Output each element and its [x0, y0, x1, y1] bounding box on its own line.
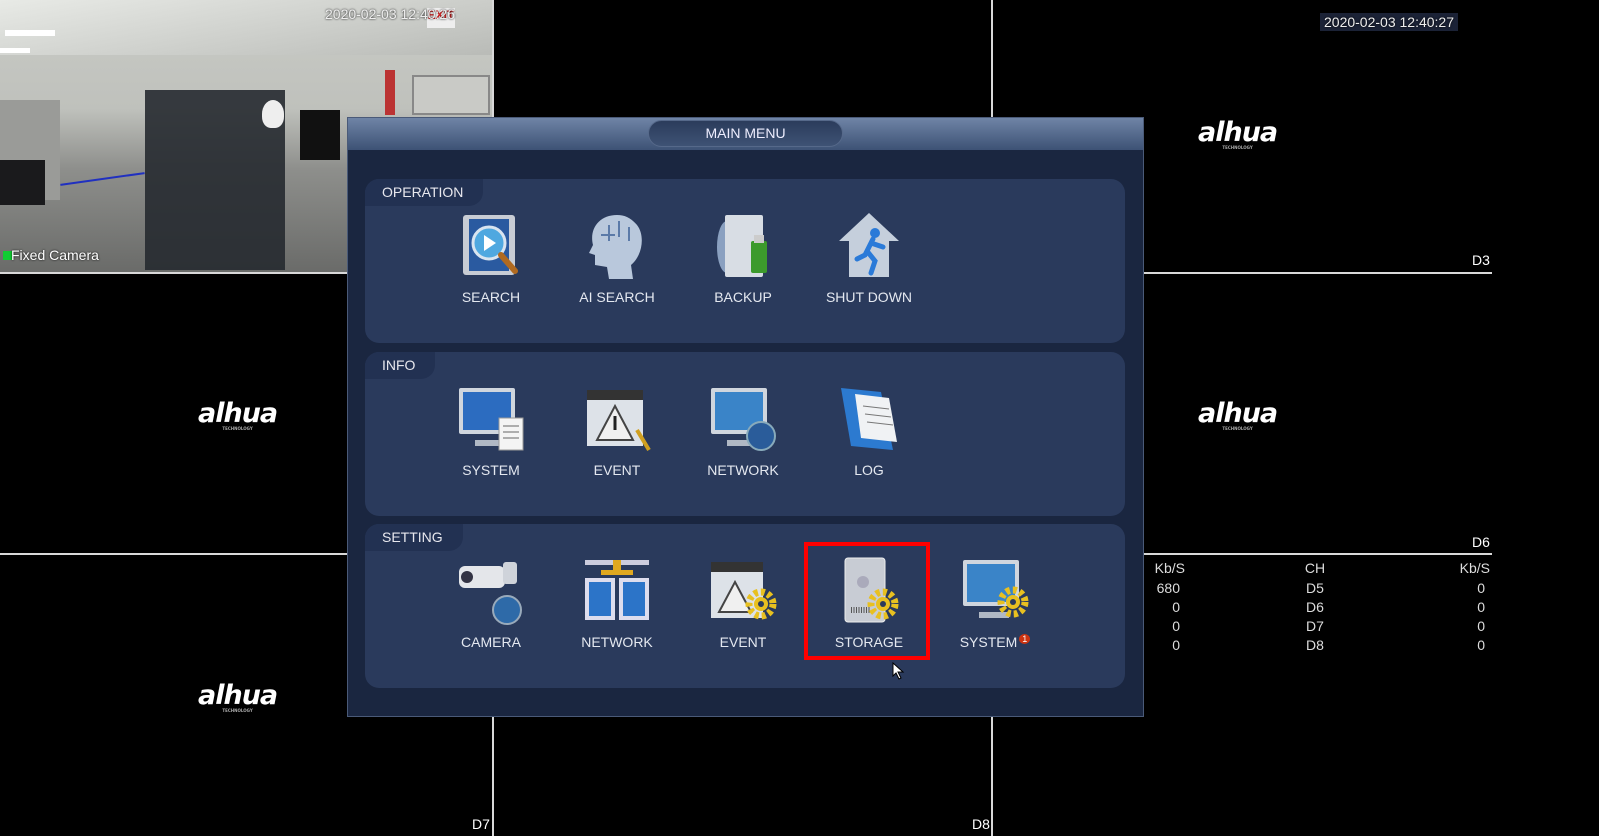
camera-timestamp: 2020-02-03 12:40:26	[325, 6, 455, 22]
item-label-text: SYSTEM	[959, 634, 1018, 650]
menu-item-log[interactable]: LOG	[814, 384, 924, 484]
fire-sign	[385, 70, 395, 115]
event-gear-icon	[711, 562, 777, 620]
main-menu-dialog: MAIN MENU OPERATION SEARCH AI SEARCH BAC…	[347, 117, 1144, 717]
channel-label-d7: D7	[472, 816, 490, 832]
item-label: SYSTEM	[462, 462, 520, 478]
menu-item-info-event[interactable]: EVENT	[562, 384, 672, 484]
log-book-icon	[841, 388, 897, 450]
door	[412, 75, 490, 115]
ai-head-icon	[589, 215, 642, 279]
table-row: 680 D5 0	[1140, 580, 1490, 599]
kbs-value: 0	[1172, 618, 1180, 634]
dahua-logo: alhua TECHNOLOGY	[198, 680, 278, 713]
item-label: SEARCH	[461, 289, 521, 305]
dahua-logo: alhua TECHNOLOGY	[1198, 398, 1278, 431]
storage-highlight-box	[804, 542, 930, 660]
kbs-value: 0	[1477, 637, 1485, 653]
item-label: CAMERA	[461, 634, 521, 650]
film-search-icon	[463, 215, 518, 275]
menu-item-info-system[interactable]: SYSTEM	[436, 384, 546, 484]
channel-label-d8: D8	[972, 816, 990, 832]
channel-name: D8	[1306, 637, 1324, 653]
channel-name: D6	[1306, 599, 1324, 615]
kbs-value: 680	[1156, 580, 1180, 596]
dahua-logo: alhua TECHNOLOGY	[198, 398, 278, 431]
ptz-camera	[262, 100, 284, 128]
menu-item-camera[interactable]: CAMERA	[436, 556, 546, 656]
item-label: NETWORK	[581, 634, 653, 650]
bitrate-table-header: Kb/S	[1459, 560, 1490, 576]
section-label: INFO	[365, 352, 436, 379]
item-label: SYSTEM 1	[940, 634, 1050, 650]
item-label: BACKUP	[714, 289, 772, 305]
section-label: SETTING	[365, 524, 463, 551]
ceiling-light	[5, 30, 55, 36]
item-label: NETWORK	[707, 462, 779, 478]
menu-item-event[interactable]: EVENT	[688, 556, 798, 656]
bitrate-table-header: Kb/S	[1154, 560, 1185, 576]
mouse-cursor-icon	[892, 662, 905, 680]
monitor-document-icon	[459, 388, 524, 451]
section-operation: OPERATION SEARCH AI SEARCH BACKUP SHUT D…	[365, 179, 1125, 343]
item-label: LOG	[854, 462, 884, 478]
menu-item-network[interactable]: NETWORK	[562, 556, 672, 656]
menu-item-backup[interactable]: BACKUP	[688, 211, 798, 311]
camera-globe-icon	[459, 562, 522, 625]
menu-item-ai-search[interactable]: AI SEARCH	[562, 211, 672, 311]
network-icon	[585, 560, 649, 620]
monitor-gear-icon	[963, 560, 1029, 618]
dahua-logo: alhua TECHNOLOGY	[1198, 117, 1278, 150]
section-setting: SETTING CAMERA NETWORK EVENT STORAGE SYS…	[365, 524, 1125, 688]
monitor	[0, 160, 45, 205]
bitrate-table-header: CH	[1304, 560, 1326, 576]
exit-house-icon	[839, 213, 899, 277]
notification-badge: 1	[1019, 634, 1031, 644]
bitrate-table-body: 680 D5 0 0 D6 0 0 D7 0 0 D8 0	[1140, 580, 1490, 656]
menu-item-system[interactable]: SYSTEM 1	[940, 556, 1050, 656]
logo-text: alhua	[1198, 398, 1278, 429]
section-label: OPERATION	[365, 179, 484, 206]
channel-name: D7	[1306, 618, 1324, 634]
logo-text: alhua	[198, 680, 278, 711]
menu-title: MAIN MENU	[648, 120, 843, 147]
kbs-value: 0	[1172, 599, 1180, 615]
monitor-globe-icon	[711, 388, 776, 451]
kbs-value: 0	[1477, 599, 1485, 615]
table-row: 0 D7 0	[1140, 618, 1490, 637]
channel-timestamp: 2020-02-03 12:40:27	[1320, 13, 1458, 31]
section-info: INFO SYSTEM EVENT NETWORK LOG	[365, 352, 1125, 516]
logo-text: alhua	[1198, 117, 1278, 148]
menu-item-info-network[interactable]: NETWORK	[688, 384, 798, 484]
item-label: EVENT	[593, 462, 641, 478]
camera-name: Fixed Camera	[11, 247, 99, 263]
channel-label-d3: D3	[1472, 252, 1490, 268]
menu-item-shut-down[interactable]: SHUT DOWN	[814, 211, 924, 311]
event-warning-icon	[587, 390, 651, 452]
tripwire-line	[60, 172, 145, 186]
item-label: AI SEARCH	[579, 289, 655, 305]
menu-item-search[interactable]: SEARCH	[436, 211, 546, 311]
item-label: SHUT DOWN	[825, 289, 913, 305]
tv	[300, 110, 340, 160]
kbs-value: 0	[1477, 618, 1485, 634]
table-row: 0 D6 0	[1140, 599, 1490, 618]
kbs-value: 0	[1172, 637, 1180, 653]
backup-usb-icon	[717, 215, 767, 277]
ceiling-light	[0, 48, 30, 53]
table-row: 0 D8 0	[1140, 637, 1490, 656]
channel-name: D5	[1306, 580, 1324, 596]
logo-text: alhua	[198, 398, 278, 429]
kbs-value: 0	[1477, 580, 1485, 596]
item-label: EVENT	[719, 634, 767, 650]
channel-label-d6: D6	[1472, 534, 1490, 550]
